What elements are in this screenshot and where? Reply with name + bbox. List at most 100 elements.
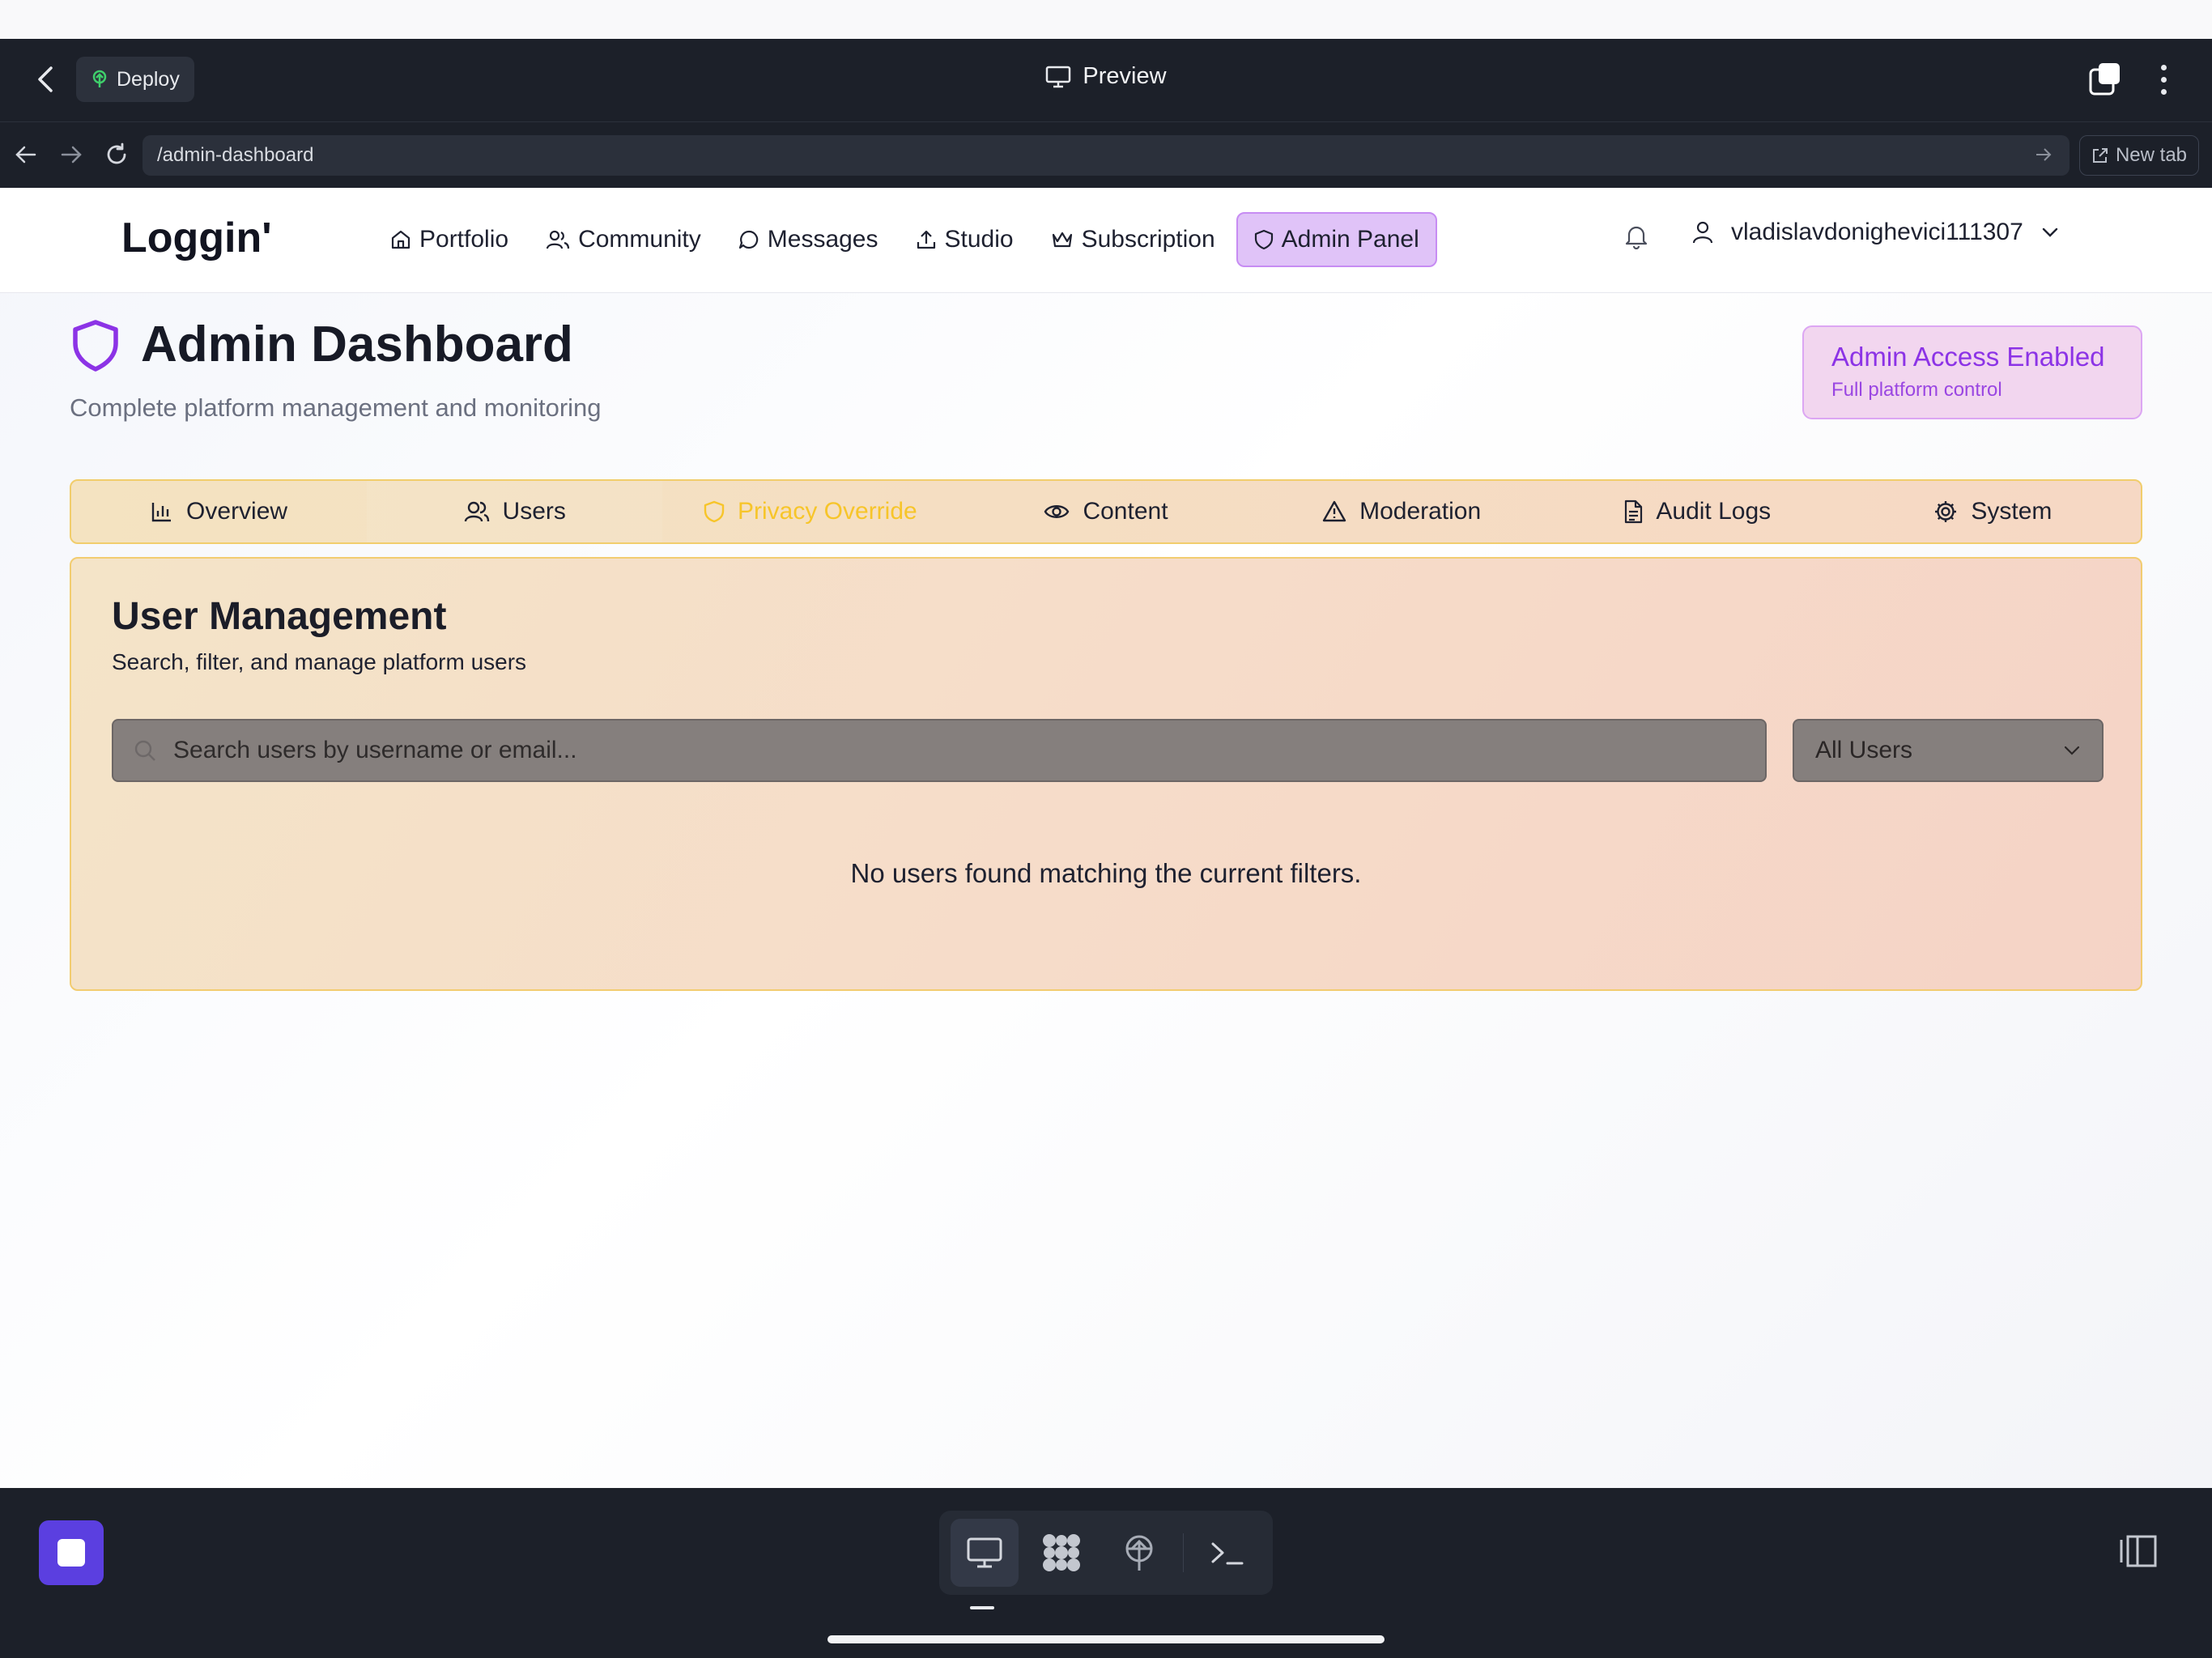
tab-content[interactable]: Content	[958, 481, 1253, 542]
tab-label: Privacy Override	[737, 498, 917, 525]
workspace-bottom-bar	[0, 1488, 2212, 1658]
new-tab-label: New tab	[2115, 144, 2188, 166]
browser-back-button[interactable]	[10, 138, 42, 171]
chevron-down-icon	[2042, 227, 2058, 237]
nav-portfolio[interactable]: Portfolio	[374, 212, 525, 267]
tab-label: Moderation	[1359, 498, 1482, 525]
nav-label: Subscription	[1081, 226, 1215, 253]
access-badge-title: Admin Access Enabled	[1831, 342, 2105, 372]
card-title: User Management	[112, 595, 447, 638]
more-dot-icon	[2160, 88, 2167, 95]
notifications-button[interactable]	[1624, 223, 1648, 253]
arrow-left-icon	[15, 146, 36, 164]
user-menu[interactable]: vladislavdonighevici111307	[1692, 219, 2059, 246]
workspace-top-bar: Deploy Preview	[0, 39, 2212, 121]
users-icon	[464, 501, 489, 522]
tab-users[interactable]: Users	[367, 481, 663, 542]
nav-studio[interactable]: Studio	[900, 212, 1030, 267]
nav-subscription[interactable]: Subscription	[1035, 212, 1231, 267]
upload-icon	[917, 230, 935, 249]
app-navbar: Loggin' Portfolio Community Messages Stu…	[0, 188, 2212, 293]
bar-chart-icon	[151, 503, 172, 522]
home-indicator	[827, 1635, 1385, 1643]
admin-access-badge: Admin Access Enabled Full platform contr…	[1802, 325, 2142, 419]
nav-admin-panel[interactable]: Admin Panel	[1236, 212, 1437, 267]
deploy-icon	[1125, 1535, 1153, 1571]
access-badge-subtitle: Full platform control	[1831, 379, 2002, 401]
shell-tool-button[interactable]	[1193, 1519, 1261, 1587]
nav-messages[interactable]: Messages	[722, 212, 895, 267]
filter-value: All Users	[1815, 737, 1913, 763]
app-logo[interactable]: Loggin'	[121, 214, 272, 262]
message-circle-icon	[738, 230, 758, 249]
url-bar: /admin-dashboard New tab	[0, 121, 2212, 188]
eye-icon	[1044, 505, 1070, 518]
card-subtitle: Search, filter, and manage platform user…	[112, 649, 527, 674]
more-dot-icon	[2160, 64, 2167, 70]
go-arrow-icon[interactable]	[2034, 145, 2053, 164]
more-options-button[interactable]	[2147, 60, 2180, 99]
tool-separator	[1182, 1533, 1185, 1572]
user-search-input[interactable]: Search users by username or email...	[112, 719, 1767, 782]
tab-label: Audit Logs	[1656, 498, 1772, 525]
grid-blob-icon	[1043, 1534, 1081, 1571]
apps-tool-button[interactable]	[1028, 1519, 1096, 1587]
user-filter-select[interactable]: All Users	[1793, 719, 2104, 782]
empty-state-message: No users found matching the current filt…	[850, 858, 1362, 888]
active-tool-indicator	[970, 1606, 994, 1609]
nav-label: Studio	[944, 226, 1014, 253]
nav-label: Messages	[767, 226, 878, 253]
tab-system[interactable]: System	[1845, 481, 2141, 542]
monitor-icon	[1046, 66, 1071, 87]
preview-tool-button[interactable]	[951, 1519, 1019, 1587]
external-link-icon	[2092, 148, 2108, 163]
page-title: Admin Dashboard	[141, 317, 573, 372]
arrow-right-icon	[61, 146, 82, 164]
users-icon	[546, 230, 570, 249]
shield-icon	[704, 500, 725, 523]
stop-button[interactable]	[39, 1520, 104, 1585]
tab-label: Overview	[186, 498, 288, 525]
search-placeholder: Search users by username or email...	[173, 737, 577, 763]
nav-community[interactable]: Community	[530, 212, 717, 267]
deploy-tool-button[interactable]	[1105, 1519, 1173, 1587]
stop-icon	[57, 1539, 85, 1567]
page-subtitle: Complete platform management and monitor…	[70, 393, 602, 422]
tab-label: Users	[502, 498, 566, 525]
tabs-icon	[2089, 63, 2120, 96]
nav-label: Community	[578, 226, 701, 253]
admin-tabs: Overview Users Privacy Override Content …	[70, 479, 2142, 544]
username: vladislavdonighevici111307	[1731, 219, 2023, 245]
panel-toggle-button[interactable]	[2118, 1533, 2159, 1573]
shield-icon	[1254, 229, 1273, 250]
status-bar	[0, 0, 2212, 39]
search-icon	[134, 740, 155, 761]
preview-title: Preview	[0, 63, 2212, 90]
file-text-icon	[1625, 500, 1643, 524]
tab-label: Content	[1083, 498, 1168, 525]
tab-audit-logs[interactable]: Audit Logs	[1550, 481, 1845, 542]
chevron-down-icon	[2064, 746, 2080, 755]
tabs-button[interactable]	[2087, 62, 2123, 97]
home-icon	[391, 230, 410, 249]
tab-privacy-override[interactable]: Privacy Override	[662, 481, 958, 542]
monitor-icon	[967, 1537, 1002, 1568]
nav-label: Portfolio	[419, 226, 509, 253]
nav-label: Admin Panel	[1281, 226, 1419, 253]
url-text: /admin-dashboard	[157, 144, 314, 166]
tab-overview[interactable]: Overview	[71, 481, 367, 542]
user-management-card: User Management Search, filter, and mana…	[70, 557, 2142, 991]
sidebar-toggle-icon	[2120, 1535, 2157, 1567]
url-input[interactable]: /admin-dashboard	[143, 135, 2069, 176]
dashboard-shield-icon	[71, 319, 120, 376]
reload-button[interactable]	[100, 138, 133, 171]
new-tab-button[interactable]: New tab	[2079, 135, 2199, 176]
app-viewport: Loggin' Portfolio Community Messages Stu…	[0, 188, 2212, 1488]
reload-icon	[107, 142, 126, 164]
alert-triangle-icon	[1322, 500, 1346, 522]
browser-forward-button[interactable]	[55, 138, 87, 171]
tab-moderation[interactable]: Moderation	[1254, 481, 1550, 542]
crown-icon	[1052, 232, 1072, 248]
tool-switcher	[939, 1511, 1273, 1595]
tab-label: System	[1971, 498, 2052, 525]
